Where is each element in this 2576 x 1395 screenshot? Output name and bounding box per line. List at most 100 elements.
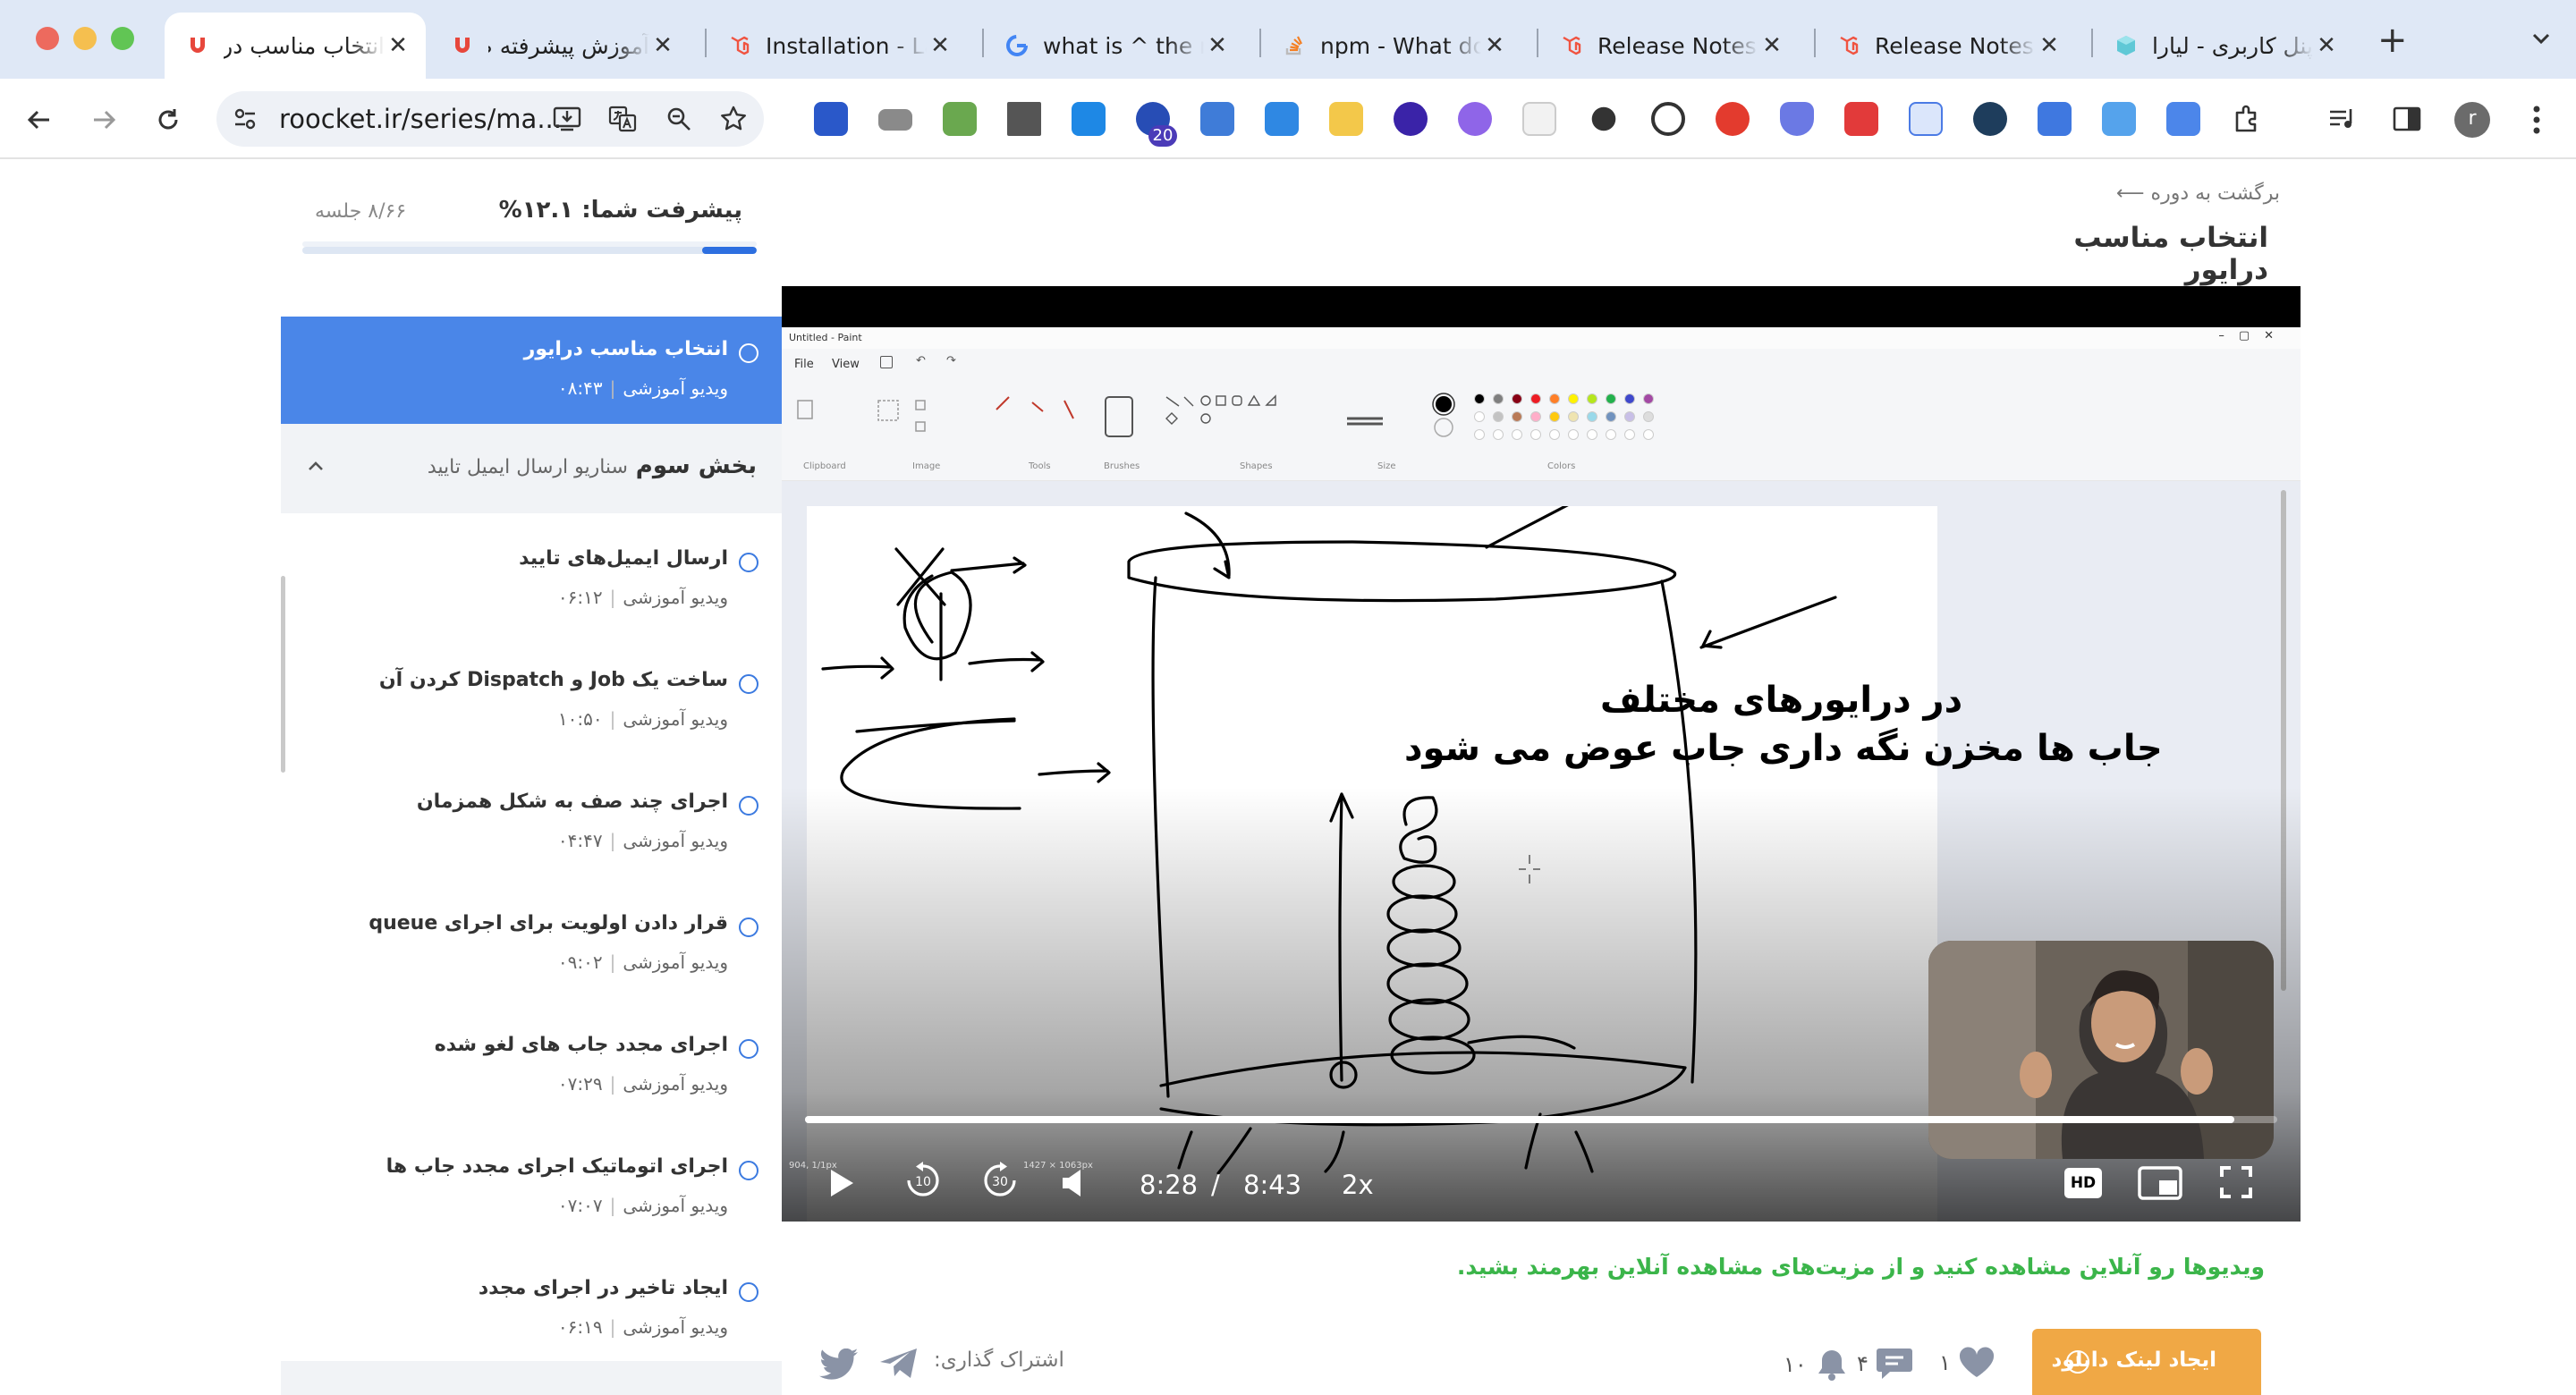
close-tab-icon[interactable]: ✕ xyxy=(385,32,411,59)
lesson-list: انتخاب مناسب درایور ویدیو آموزشی|۰۸:۴۳ ب… xyxy=(281,317,782,1395)
create-download-link-button[interactable]: ایجاد لینک دانلود ! xyxy=(2032,1329,2261,1395)
fullscreen-icon[interactable] xyxy=(2220,1166,2252,1198)
tab[interactable]: what is ^ the meaning ✕ xyxy=(984,13,1245,79)
back-arrow-icon[interactable] xyxy=(20,100,59,140)
google-translate-extension-icon[interactable] xyxy=(2166,102,2200,136)
maximize-window-button[interactable] xyxy=(111,27,134,50)
playback-speed-button[interactable]: 2x xyxy=(1342,1170,1374,1200)
list-item[interactable]: ساخت یک Job و Dispatch کردن آن ویدیو آمو… xyxy=(281,647,782,755)
extension-icon[interactable] xyxy=(1522,102,1556,136)
picture-in-picture-icon[interactable] xyxy=(2138,1166,2182,1200)
extension-icon[interactable] xyxy=(943,102,977,136)
new-tab-button[interactable]: + xyxy=(2377,20,2408,61)
extension-icon[interactable] xyxy=(1458,102,1492,136)
adblock-icon[interactable] xyxy=(1716,102,1750,136)
minimize-window-button[interactable] xyxy=(73,27,97,50)
close-tab-icon[interactable]: ✕ xyxy=(649,32,676,59)
lesson-meta: ویدیو آموزشی|۰۷:۰۷ xyxy=(557,1195,728,1216)
like-button[interactable]: ۱ xyxy=(1939,1347,1996,1379)
comments-button[interactable]: ۴ xyxy=(1857,1347,1913,1381)
play-icon[interactable] xyxy=(828,1168,855,1198)
zoom-icon[interactable] xyxy=(665,106,692,132)
extension-icon[interactable] xyxy=(1200,102,1234,136)
extension-icon[interactable] xyxy=(1072,102,1106,136)
close-tab-icon[interactable]: ✕ xyxy=(1204,32,1231,59)
laravel-favicon-icon xyxy=(1558,32,1585,59)
qr-code-icon[interactable] xyxy=(1007,102,1041,136)
section-header[interactable]: بخش سوم سناریو ارسال ایمیل تایید xyxy=(281,424,782,513)
close-tab-icon[interactable]: ✕ xyxy=(927,32,953,59)
shield-extension-icon[interactable] xyxy=(1780,102,1814,136)
extension-icon[interactable] xyxy=(1844,102,1878,136)
download-extension-icon[interactable] xyxy=(1265,102,1299,136)
url-text[interactable]: roocket.ir/series/ma... xyxy=(279,104,562,134)
tab[interactable]: Release Notes - Laravel ✕ xyxy=(1816,13,2077,79)
close-tab-icon[interactable]: ✕ xyxy=(1758,32,1785,59)
tab[interactable]: Installation - Laravel ✕ xyxy=(707,13,968,79)
forward-30-icon[interactable]: 30 xyxy=(980,1161,1020,1200)
extension-icon[interactable] xyxy=(814,102,848,136)
video-seek-bar[interactable] xyxy=(805,1116,2277,1123)
list-item[interactable]: ایجاد تاخیر در اجرای مجدد ویدیو آموزشی|۰… xyxy=(281,1256,782,1363)
lesson-meta: ویدیو آموزشی|۱۰:۵۰ xyxy=(557,708,728,730)
extension-icon[interactable] xyxy=(1329,102,1363,136)
list-item[interactable]: قرار دادن اولویت برای اجرای queue ویدیو … xyxy=(281,891,782,998)
close-tab-icon[interactable]: ✕ xyxy=(1481,32,1508,59)
color-swatch xyxy=(1493,429,1504,440)
chevron-up-icon[interactable] xyxy=(304,454,327,478)
arrow-left-icon: ⟵ xyxy=(2116,182,2145,205)
list-item[interactable]: اجرای مجدد جاب های لغو شده ویدیو آموزشی|… xyxy=(281,1012,782,1120)
video-player[interactable]: Untitled - Paint –▢✕ File View ↶ ↷ Clipb… xyxy=(782,286,2301,1222)
online-viewing-promo: ویدیوها رو آنلاین مشاهده کنید و از مزیت‌… xyxy=(1456,1254,2265,1280)
ribbon-group-label: Colors xyxy=(1547,461,1576,471)
lesson-type: ویدیو آموزشی xyxy=(623,1316,728,1338)
tab[interactable]: آموزش پیشرفته صف ✕ xyxy=(429,13,691,79)
lesson-duration: ۰۸:۴۳ xyxy=(557,377,603,399)
close-tab-icon[interactable]: ✕ xyxy=(2313,32,2340,59)
list-item[interactable]: اجرای چند صف به شکل همزمان ویدیو آموزشی|… xyxy=(281,769,782,876)
color-swatch xyxy=(1530,429,1541,440)
quality-hd-button[interactable]: HD xyxy=(2064,1168,2102,1198)
reload-icon[interactable] xyxy=(148,100,188,140)
notifications-button[interactable]: ۱۰ xyxy=(1784,1347,1850,1382)
tab[interactable]: Release Notes - Laravel ✕ xyxy=(1538,13,1800,79)
list-item[interactable]: اجرای اتوماتیک اجرای مجدد جاب ها ویدیو آ… xyxy=(281,1134,782,1241)
extension-icon[interactable] xyxy=(1394,102,1428,136)
extension-icon[interactable] xyxy=(1591,106,1616,131)
tab-search-chevron-icon[interactable] xyxy=(2528,25,2555,52)
twitter-icon[interactable] xyxy=(819,1348,859,1381)
list-item[interactable]: ارسال ایمیل‌های تایید ویدیو آموزشی|۰۶:۱۲ xyxy=(281,526,782,633)
close-window-button[interactable] xyxy=(36,27,59,50)
profile-avatar[interactable]: r xyxy=(2454,102,2490,138)
extension-icon[interactable] xyxy=(878,109,912,131)
color-swatch xyxy=(1549,429,1560,440)
extension-icon[interactable] xyxy=(2038,102,2072,136)
extension-icon[interactable] xyxy=(1909,102,1943,136)
extension-icon[interactable] xyxy=(1651,102,1685,136)
lesson-item-current[interactable]: انتخاب مناسب درایور ویدیو آموزشی|۰۸:۴۳ xyxy=(281,317,782,424)
media-controls-icon[interactable] xyxy=(2326,102,2360,136)
color-swatch xyxy=(1493,393,1504,404)
translate-icon[interactable] xyxy=(608,105,637,133)
ribbon-group-label: Clipboard xyxy=(803,461,846,471)
close-tab-icon[interactable]: ✕ xyxy=(2036,32,2063,59)
telegram-icon[interactable] xyxy=(878,1347,919,1381)
side-panel-icon[interactable] xyxy=(2390,102,2424,136)
forward-arrow-icon[interactable] xyxy=(84,100,123,140)
extension-icon[interactable] xyxy=(2102,102,2136,136)
tab[interactable]: پنل کاربری - لیارا ✕ xyxy=(2093,13,2354,79)
extension-icon[interactable] xyxy=(1973,102,2007,136)
rewind-10-icon[interactable]: 10 xyxy=(903,1161,943,1200)
bookmark-star-icon[interactable] xyxy=(719,105,748,133)
kebab-menu-icon[interactable] xyxy=(2517,100,2556,140)
extensions-puzzle-icon[interactable] xyxy=(2231,102,2265,136)
volume-muted-icon[interactable] xyxy=(1061,1168,1086,1198)
address-bar[interactable]: roocket.ir/series/ma... xyxy=(216,91,764,147)
share-label: اشتراک گذاری: xyxy=(934,1348,1064,1372)
tab-active[interactable]: انتخاب مناسب درایور ✕ xyxy=(165,13,426,79)
tab[interactable]: npm - What does ✕ xyxy=(1261,13,1522,79)
site-settings-icon[interactable] xyxy=(233,106,258,131)
install-app-icon[interactable] xyxy=(553,106,581,132)
back-to-course-link[interactable]: برگشت به دوره ⟵ xyxy=(2116,182,2280,205)
next-section-header[interactable] xyxy=(281,1361,782,1395)
